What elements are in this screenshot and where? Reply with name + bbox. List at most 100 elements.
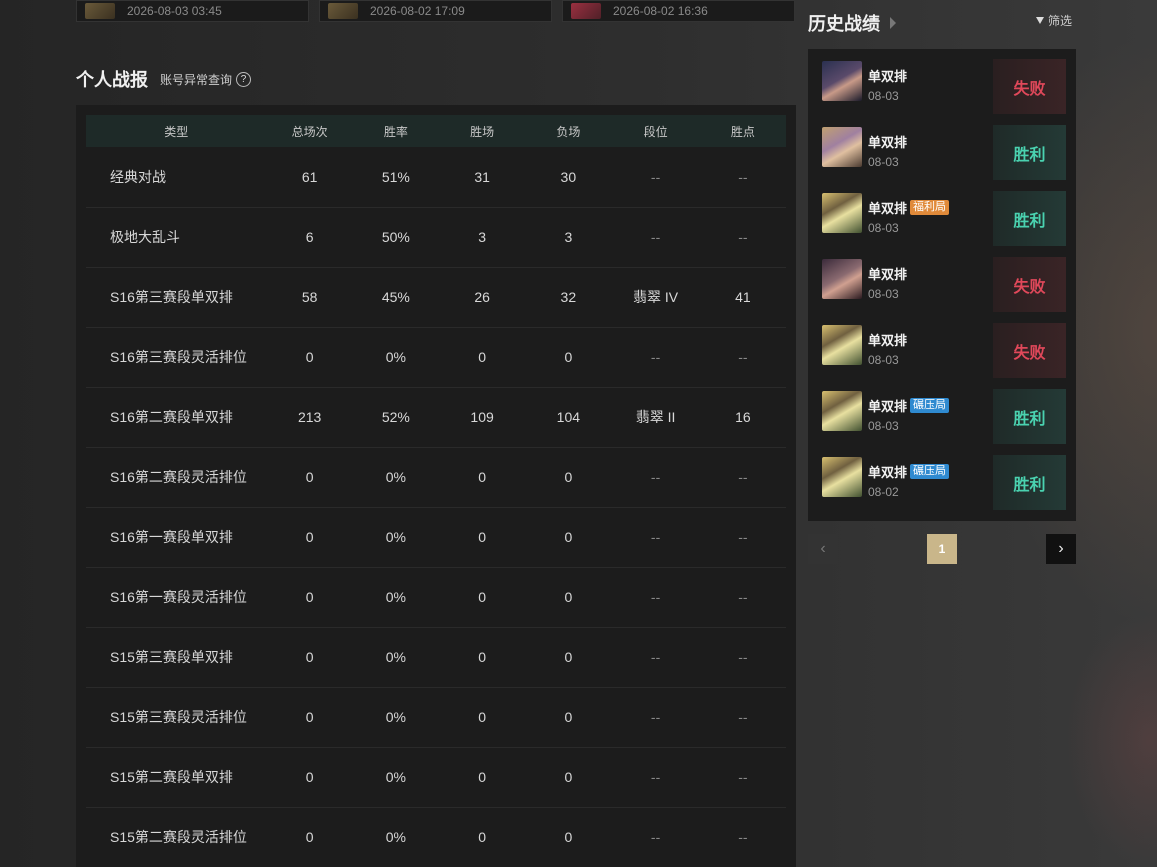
table-row: S16第一赛段灵活排位 0 0% 0 0 -- -- [86, 567, 786, 627]
stat-cell: 41 [735, 289, 751, 305]
stat-cell: -- [738, 589, 748, 605]
match-result: 失败 [993, 59, 1066, 114]
stat-cell: -- [738, 769, 748, 785]
champion-avatar [822, 259, 862, 299]
stat-cell: 0 [305, 649, 314, 665]
filter-button[interactable]: 筛选 [1036, 12, 1072, 29]
stats-header: 个人战报 账号异常查询 ? [76, 66, 252, 92]
chevron-left-icon: ‹ [820, 540, 826, 557]
match-date: 08-03 [868, 419, 899, 433]
stat-cell: 16 [735, 409, 751, 425]
match-mode-label: 单双排 [868, 399, 908, 414]
stat-cell: 32 [560, 289, 577, 305]
stat-cell: 0 [305, 829, 314, 845]
stat-cell: 30 [560, 168, 577, 185]
history-title: 历史战绩 [808, 14, 880, 34]
match-mode: 单双排 [868, 330, 907, 349]
stat-cell: 0% [385, 709, 406, 725]
stat-cell: 0 [564, 469, 573, 485]
stat-cell: 0% [385, 769, 406, 785]
chevron-right-icon [890, 17, 896, 29]
stat-cell: 0 [478, 769, 486, 785]
stat-cell: -- [650, 829, 661, 845]
stat-cell: 61 [301, 168, 318, 185]
match-date: 08-03 [868, 353, 899, 367]
page-number-button[interactable]: 1 [927, 534, 957, 564]
table-row: 经典对战 61 51% 31 30 -- -- [86, 147, 786, 207]
next-page-button[interactable]: › [1046, 534, 1076, 564]
stat-cell: 45% [381, 289, 410, 305]
stat-cell: 0 [564, 709, 573, 725]
table-row: S16第一赛段单双排 0 0% 0 0 -- -- [86, 507, 786, 567]
stat-cell: -- [738, 168, 748, 185]
queue-type-cell: S16第二赛段灵活排位 [110, 469, 247, 485]
match-item[interactable]: 单双排 碾压局 08-02 胜利 [808, 445, 1076, 510]
match-item[interactable]: 单双排 碾压局 08-03 胜利 [808, 379, 1076, 444]
match-item[interactable]: 单双排 08-03 失败 [808, 49, 1076, 114]
account-check-link[interactable]: 账号异常查询 [160, 71, 232, 88]
queue-type-cell: S15第三赛段单双排 [110, 649, 233, 665]
match-date: 08-02 [868, 485, 899, 499]
table-row: S15第三赛段单双排 0 0% 0 0 -- -- [86, 627, 786, 687]
table-row: S16第三赛段单双排 58 45% 26 32 翡翠 IV 41 [86, 267, 786, 327]
queue-type-cell: S15第二赛段灵活排位 [110, 829, 247, 845]
match-result: 失败 [993, 323, 1066, 378]
stat-cell: -- [738, 829, 748, 845]
stat-cell: 0 [478, 709, 486, 725]
match-result: 胜利 [993, 389, 1066, 444]
match-badge: 碾压局 [910, 464, 950, 479]
column-header: 胜率 [383, 124, 408, 139]
match-result: 胜利 [993, 125, 1066, 180]
champion-avatar [822, 391, 862, 431]
stat-cell: -- [738, 709, 748, 725]
table-row: 极地大乱斗 6 50% 3 3 -- -- [86, 207, 786, 267]
stat-cell: 0 [478, 589, 486, 605]
match-item[interactable]: 单双排 08-03 胜利 [808, 115, 1076, 180]
match-item[interactable]: 单双排 08-03 失败 [808, 313, 1076, 378]
queue-type-cell: S15第三赛段灵活排位 [110, 709, 247, 725]
stat-cell: 0 [305, 589, 314, 605]
champion-thumbnail [328, 3, 358, 19]
match-item[interactable]: 单双排 福利局 08-03 胜利 [808, 181, 1076, 246]
match-badge: 碾压局 [910, 398, 950, 413]
column-header: 类型 [164, 124, 189, 139]
stat-cell: 0% [385, 529, 406, 545]
stats-table: 类型 总场次 胜率 胜场 负场 段位 胜点 经典对战 61 51% 31 30 -- -- 极地大乱斗 6 5… [86, 115, 786, 867]
stat-cell: 0 [305, 529, 314, 545]
table-row: S15第三赛段灵活排位 0 0% 0 0 -- -- [86, 687, 786, 747]
stat-cell: -- [738, 229, 748, 245]
prev-page-button[interactable]: ‹ [808, 534, 838, 564]
stat-cell: 0% [385, 829, 406, 845]
queue-type-cell: 经典对战 [110, 168, 166, 185]
table-row: S16第二赛段灵活排位 0 0% 0 0 -- -- [86, 447, 786, 507]
table-row: S15第二赛段单双排 0 0% 0 0 -- -- [86, 747, 786, 807]
champion-thumbnail [85, 3, 115, 19]
recent-match-card[interactable]: 2026-08-02 17:09 [319, 0, 552, 22]
match-result: 胜利 [993, 455, 1066, 510]
recent-match-card[interactable]: 2026-08-03 03:45 [76, 0, 309, 22]
match-item[interactable]: 单双排 08-03 失败 [808, 247, 1076, 312]
champion-avatar [822, 325, 862, 365]
queue-type-cell: 极地大乱斗 [110, 229, 180, 245]
stat-cell: 213 [297, 409, 322, 425]
match-mode-label: 单双排 [868, 267, 908, 282]
stat-cell: -- [650, 229, 661, 245]
stat-cell: 0 [305, 709, 314, 725]
stat-cell: 26 [474, 289, 490, 305]
stat-cell: 3 [478, 229, 486, 245]
stat-cell: 0% [385, 349, 406, 365]
help-icon[interactable]: ? [236, 71, 252, 87]
champion-avatar [822, 193, 862, 233]
stats-title: 个人战报 [76, 70, 148, 90]
table-row: S15第二赛段灵活排位 0 0% 0 0 -- -- [86, 807, 786, 867]
match-mode: 单双排 [868, 132, 907, 151]
stat-cell: 0% [385, 589, 406, 605]
stat-cell: -- [650, 469, 661, 485]
recent-match-card[interactable]: 2026-08-02 16:36 [562, 0, 795, 22]
stat-cell: 51% [381, 168, 410, 185]
queue-type-cell: S16第三赛段灵活排位 [110, 349, 247, 365]
stat-cell: 0 [564, 829, 573, 845]
history-header[interactable]: 历史战绩 [808, 10, 896, 36]
champion-avatar [822, 127, 862, 167]
queue-type-cell: S16第三赛段单双排 [110, 289, 233, 305]
